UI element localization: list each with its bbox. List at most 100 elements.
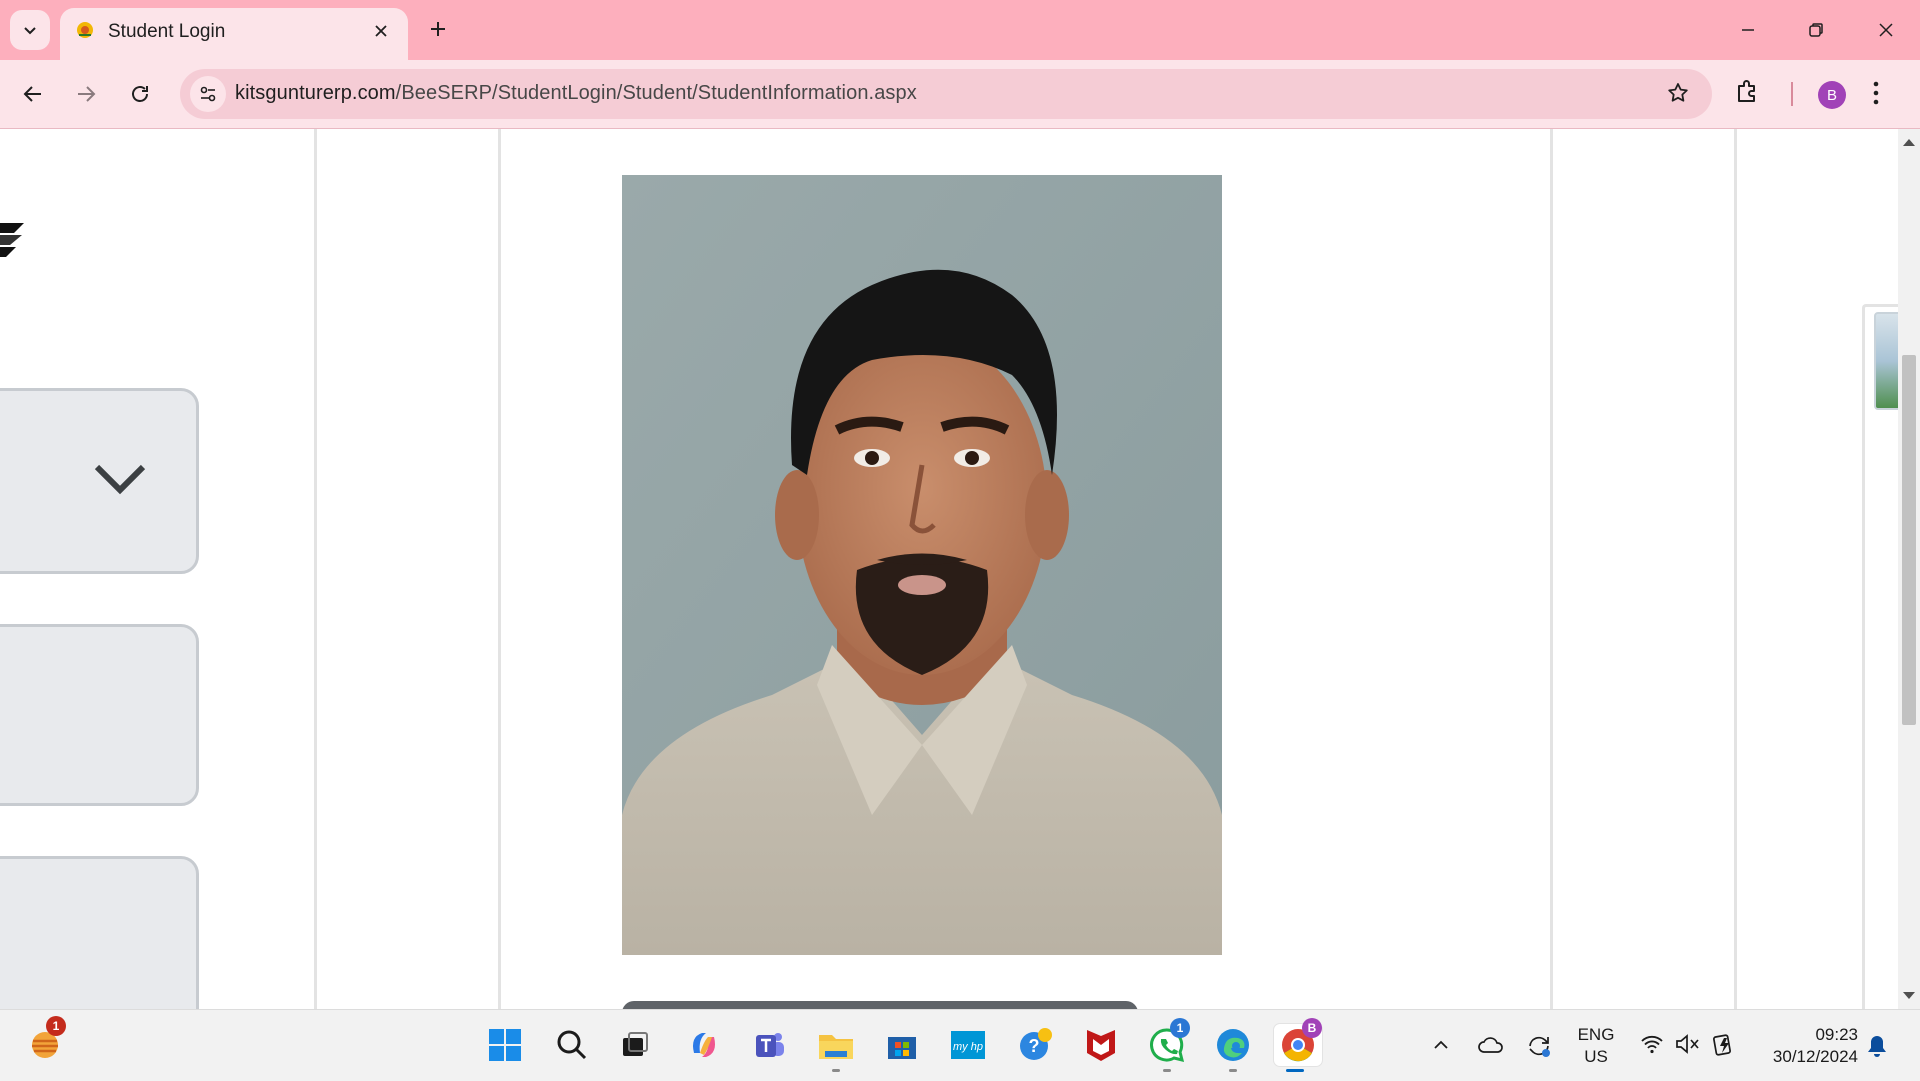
task-view-icon: [623, 1032, 648, 1056]
plus-icon: [431, 22, 445, 36]
microsoft-store-button[interactable]: [881, 1024, 923, 1066]
chevron-down-icon: [24, 27, 36, 35]
input-box[interactable]: [0, 856, 199, 1009]
onedrive-cloud-icon[interactable]: [1477, 1034, 1505, 1056]
wifi-icon[interactable]: [1640, 1032, 1664, 1056]
edge-icon: [1217, 1029, 1249, 1061]
speaker-muted-icon[interactable]: [1675, 1033, 1701, 1055]
column-divider: [498, 129, 501, 1009]
chrome-menu-button[interactable]: [1872, 80, 1880, 111]
column-divider: [314, 129, 317, 1009]
dropdown-select[interactable]: [0, 388, 199, 574]
weather-widget[interactable]: 1: [24, 1016, 66, 1066]
column-divider: [1734, 129, 1737, 1009]
keyboard-layout: US: [1584, 1047, 1608, 1066]
battery-charging-icon[interactable]: [1712, 1032, 1738, 1056]
chevron-up-icon[interactable]: [1432, 1036, 1450, 1054]
close-icon: [375, 25, 387, 37]
clock-date: 30/12/2024: [1772, 1047, 1858, 1066]
forward-button[interactable]: [65, 73, 107, 115]
running-indicator: [832, 1069, 840, 1072]
whatsapp-button[interactable]: 1: [1146, 1018, 1190, 1072]
active-indicator: [1286, 1069, 1304, 1072]
address-bar[interactable]: kitsgunturerp.com/BeeSERP/StudentLogin/S…: [180, 69, 1712, 119]
tune-icon: [200, 86, 216, 102]
svg-text:?: ?: [1029, 1036, 1040, 1056]
restore-button[interactable]: [1782, 0, 1850, 60]
extensions-button[interactable]: [1734, 77, 1762, 110]
running-indicator: [1229, 1069, 1237, 1072]
minimize-button[interactable]: [1714, 0, 1782, 60]
student-photo-image: [622, 175, 1222, 955]
tab-student-login[interactable]: Student Login: [60, 8, 408, 60]
close-tab-button[interactable]: [368, 18, 394, 44]
student-photo: [622, 175, 1222, 955]
copilot-icon: [693, 1033, 715, 1057]
clock-time: 09:23: [1815, 1025, 1858, 1044]
running-indicator: [1163, 1069, 1171, 1072]
restore-icon: [1809, 23, 1823, 37]
input-box[interactable]: [0, 624, 199, 806]
teams-icon: [756, 1033, 784, 1057]
notification-badge: 1: [46, 1016, 66, 1036]
teams-button[interactable]: [749, 1024, 791, 1066]
reload-button[interactable]: [119, 73, 161, 115]
new-tab-button[interactable]: [420, 11, 456, 47]
close-icon: [1879, 23, 1893, 37]
tab-strip: Student Login: [0, 0, 1920, 60]
myhp-button[interactable]: my hp: [947, 1024, 989, 1066]
notification-badge: 1: [1170, 1018, 1190, 1038]
file-explorer-button[interactable]: [815, 1024, 857, 1072]
windows-taskbar: 1 my hp ? 1 B ENG US 09:23 30/12/2024: [0, 1009, 1920, 1081]
edge-button[interactable]: [1212, 1024, 1254, 1072]
help-icon: ?: [1020, 1028, 1052, 1060]
get-help-button[interactable]: ?: [1015, 1024, 1057, 1066]
language-code: ENG: [1577, 1025, 1615, 1044]
reload-icon: [132, 86, 148, 102]
folder-icon: [819, 1035, 853, 1059]
puzzle-icon: [1738, 80, 1755, 102]
url-path: /BeeSERP/StudentLogin/Student/StudentInf…: [395, 82, 917, 104]
start-button[interactable]: [484, 1024, 526, 1066]
search-icon: [557, 1030, 587, 1060]
myhp-icon: my hp: [951, 1031, 985, 1059]
column-divider: [1550, 129, 1553, 1009]
chrome-button[interactable]: B: [1274, 1018, 1322, 1072]
sync-icon[interactable]: [1525, 1032, 1553, 1060]
browser-toolbar: kitsgunturerp.com/BeeSERP/StudentLogin/S…: [0, 60, 1920, 129]
arrow-left-icon: [23, 86, 41, 102]
page-content: [0, 129, 1900, 1009]
language-indicator[interactable]: ENG US: [1576, 1024, 1616, 1068]
notification-bell-icon[interactable]: [1866, 1034, 1888, 1058]
photo-upload-button[interactable]: [622, 1001, 1138, 1009]
system-clock[interactable]: 09:23 30/12/2024: [1758, 1024, 1858, 1068]
store-icon: [888, 1037, 916, 1059]
toolbar-divider: [1791, 82, 1793, 106]
chevron-down-icon: [94, 464, 146, 495]
svg-text:my hp: my hp: [953, 1041, 983, 1053]
scroll-down-arrow[interactable]: [1903, 992, 1915, 999]
tab-title: Student Login: [108, 21, 226, 42]
bookmark-button[interactable]: [1666, 81, 1690, 110]
mcafee-button[interactable]: [1080, 1024, 1122, 1066]
scrollbar-thumb[interactable]: [1902, 355, 1916, 725]
mcafee-icon: [1087, 1030, 1115, 1061]
url-host: kitsgunturerp.com: [235, 82, 396, 104]
scroll-up-arrow[interactable]: [1903, 139, 1915, 146]
favicon-icon: [77, 22, 93, 38]
star-icon: [1668, 83, 1688, 102]
page-scrollbar[interactable]: [1898, 129, 1920, 1009]
site-info-button[interactable]: [190, 76, 226, 112]
tab-search-button[interactable]: [10, 10, 50, 50]
windows-logo-icon: [489, 1029, 521, 1061]
task-view-button[interactable]: [614, 1024, 656, 1066]
minimize-icon: [1742, 29, 1754, 31]
back-button[interactable]: [12, 73, 54, 115]
search-button[interactable]: [551, 1024, 593, 1066]
kebab-menu-icon: [1873, 81, 1879, 105]
side-thumbnail: [1874, 312, 1900, 410]
close-window-button[interactable]: [1852, 0, 1920, 60]
chrome-profile-badge: B: [1302, 1018, 1322, 1038]
profile-avatar[interactable]: B: [1818, 81, 1846, 109]
copilot-button[interactable]: [683, 1024, 725, 1066]
